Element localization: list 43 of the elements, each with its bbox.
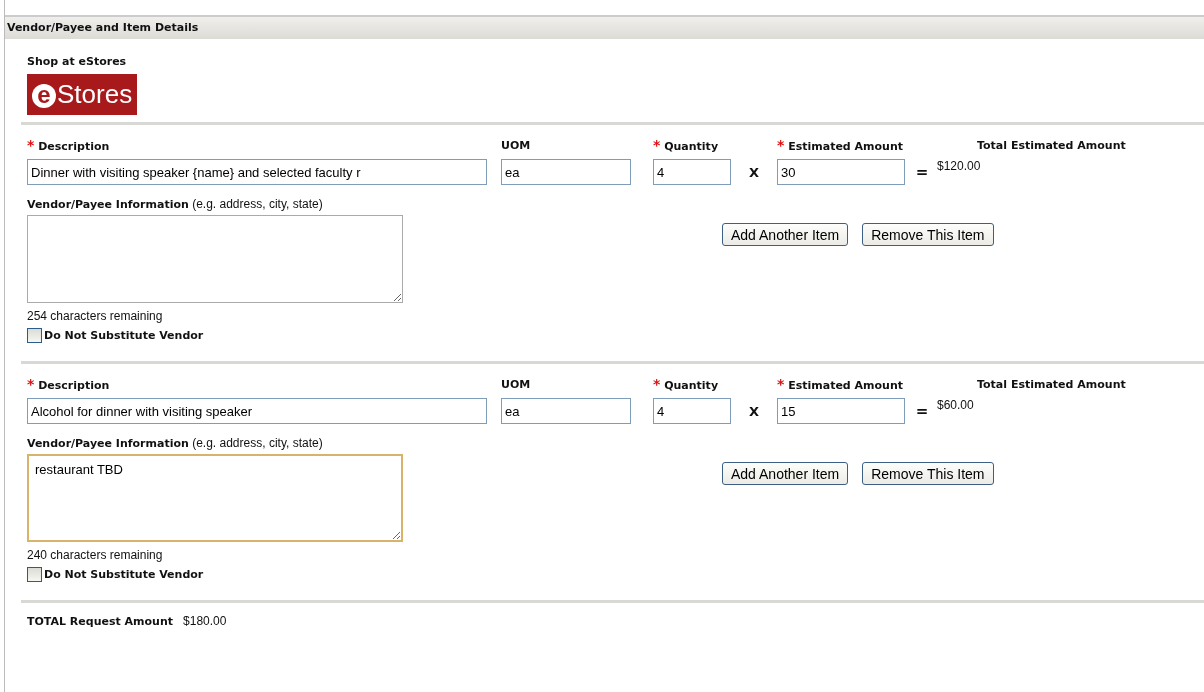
total-amount: $60.00 <box>937 398 975 412</box>
characters-remaining: 240 characters remaining <box>27 548 164 562</box>
quantity-field[interactable]: 4 <box>653 159 731 185</box>
field-label: * Quantity <box>653 137 720 153</box>
description-field[interactable]: Dinner with visiting speaker {name} and selected faculty r <box>27 159 487 185</box>
vendor-label: Vendor/Payee Information (e.g. address, city, state) <box>27 197 324 211</box>
field-label: * Description <box>27 137 111 153</box>
estores-heading: Shop at eStores <box>27 55 128 68</box>
quantity-field[interactable]: 4 <box>653 398 731 424</box>
field-label: * Description <box>27 376 111 392</box>
description-field[interactable]: Alcohol for dinner with visiting speaker <box>27 398 487 424</box>
vendor-label: Vendor/Payee Information (e.g. address, city, state) <box>27 436 324 450</box>
times-sign: X <box>749 164 761 180</box>
checkbox[interactable] <box>27 328 42 343</box>
field-label: * Estimated Amount <box>777 376 904 392</box>
vendor-info-field[interactable]: restaurant TBD <box>27 454 403 542</box>
amount-field[interactable]: 15 <box>777 398 905 424</box>
field-label: UOM <box>501 377 532 391</box>
item-button[interactable]: Remove This Item <box>862 462 994 485</box>
equals-sign: = <box>914 163 930 181</box>
section-header: Vendor/Payee and Item Details <box>5 15 1204 39</box>
field-label: * Quantity <box>653 376 720 392</box>
checkbox[interactable] <box>27 567 42 582</box>
total-request-amount: $180.00 <box>183 614 227 628</box>
equals-sign: = <box>914 402 930 420</box>
checkbox-label: Do Not Substitute Vendor <box>44 568 204 581</box>
uom-field[interactable]: ea <box>501 398 631 424</box>
amount-field[interactable]: 30 <box>777 159 905 185</box>
item-button[interactable]: Add Another Item <box>722 223 849 246</box>
item-button[interactable]: Remove This Item <box>862 223 994 246</box>
field-label: UOM <box>501 138 532 152</box>
total-request-label: TOTAL Request Amount <box>27 615 174 628</box>
times-sign: X <box>749 403 761 419</box>
uom-field[interactable]: ea <box>501 159 631 185</box>
total-amount: $120.00 <box>937 159 982 173</box>
field-label: Total Estimated Amount <box>977 138 1127 152</box>
item-button[interactable]: Add Another Item <box>722 462 849 485</box>
field-label: * Estimated Amount <box>777 137 904 153</box>
checkbox-label: Do Not Substitute Vendor <box>44 329 204 342</box>
estores-logo[interactable]: e Stores <box>27 74 138 115</box>
vendor-info-field[interactable] <box>27 215 403 303</box>
field-label: Total Estimated Amount <box>977 377 1127 391</box>
characters-remaining: 254 characters remaining <box>27 309 164 323</box>
